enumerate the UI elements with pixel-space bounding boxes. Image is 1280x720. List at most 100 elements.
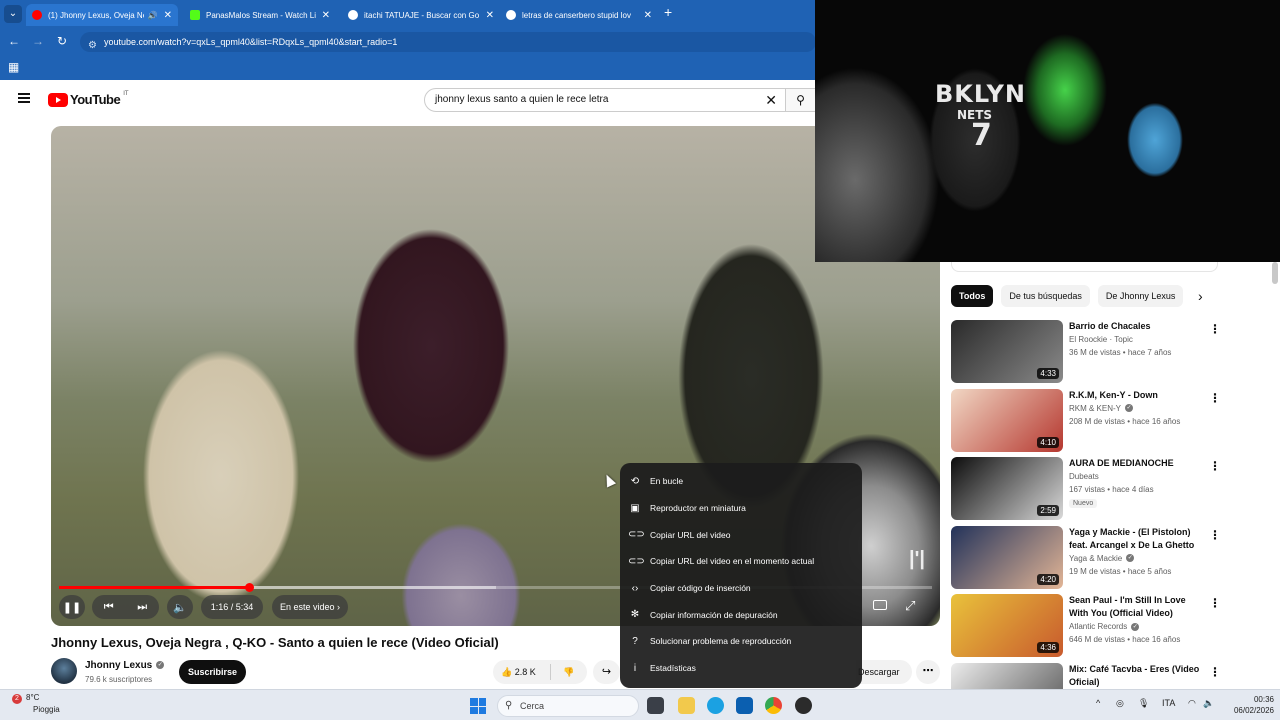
scrubber-handle[interactable]: [245, 583, 255, 592]
tab-panasmalos[interactable]: PanasMalos Stream - Watch Li ✕: [184, 4, 336, 26]
wifi-icon[interactable]: ◠: [1188, 698, 1196, 709]
tab-close-icon[interactable]: ✕: [322, 10, 330, 21]
chevron-up-icon[interactable]: ^: [1096, 698, 1100, 708]
rec-meta: 646 M de vistas • hace 16 años: [1069, 635, 1181, 644]
edge-icon[interactable]: [707, 697, 724, 714]
tab-close-icon[interactable]: ✕: [486, 10, 494, 21]
back-arrow-icon[interactable]: ←: [6, 34, 22, 48]
kebab-menu-icon[interactable]: ⋮: [1209, 596, 1221, 610]
fullscreen-icon[interactable]: ⤢: [905, 598, 915, 614]
kebab-menu-icon[interactable]: ⋮: [1209, 391, 1221, 405]
like-button[interactable]: 👍 2.8 K: [493, 664, 551, 680]
pause-button[interactable]: ❚❚: [59, 595, 85, 619]
list-item[interactable]: 4:33 Barrio de Chacales El Roockie · Topic…: [951, 320, 1231, 389]
previous-icon[interactable]: ⏮: [104, 601, 114, 614]
dislike-button[interactable]: 👎: [551, 667, 587, 678]
context-menu-item[interactable]: ▣ Reproductor en miniatura: [620, 495, 862, 522]
like-dislike-group: 👍 2.8 K 👎: [493, 660, 587, 684]
list-item[interactable]: 4:10 R.K.M, Ken-Y - Down RKM & KEN-Y ✓ 208 M…: [951, 388, 1231, 458]
chip-all[interactable]: Todos: [951, 285, 994, 307]
app-icon[interactable]: [795, 697, 812, 714]
chip-from-channel[interactable]: De Jhonny Lexus: [1097, 285, 1184, 307]
more-actions-button[interactable]: ⋯: [916, 660, 940, 684]
channel-name[interactable]: Jhonny Lexus: [85, 660, 152, 671]
volume-button[interactable]: 🔈: [167, 595, 193, 619]
subscribe-button[interactable]: Suscribirse: [179, 660, 246, 684]
forward-arrow-icon[interactable]: →: [30, 34, 46, 48]
next-icon[interactable]: ⏭: [137, 601, 147, 614]
apps-grid-icon[interactable]: ▦: [8, 60, 19, 74]
store-icon[interactable]: [736, 697, 753, 714]
clock[interactable]: 00:36 06/02/2026: [1226, 694, 1274, 716]
chevron-right-icon[interactable]: ›: [1198, 288, 1203, 304]
context-menu-label: Estadísticas: [650, 663, 696, 674]
channel-name-row[interactable]: Jhonny Lexus ✓: [85, 660, 165, 671]
context-menu-item[interactable]: ✻ Copiar información de depuración: [620, 601, 862, 628]
tab-google-itachi[interactable]: itachi TATUAJE - Buscar con Go ✕: [342, 4, 500, 26]
rec-channel[interactable]: RKM & KEN-Y ✓: [1069, 404, 1134, 413]
volume-icon[interactable]: 🔈: [1203, 698, 1214, 709]
tab-google-canserbero[interactable]: letras de canserbero stupid lov ✕: [500, 4, 658, 26]
task-view-icon[interactable]: [647, 697, 664, 714]
microphone-icon[interactable]: 🎙: [1138, 698, 1149, 709]
url-field[interactable]: ⚙ youtube.com/watch?v=qxLs_qpml40&list=R…: [80, 32, 816, 52]
rec-channel[interactable]: Dubeats: [1069, 472, 1099, 481]
reload-icon[interactable]: ↻: [54, 34, 70, 48]
tab-close-icon[interactable]: ✕: [164, 10, 172, 21]
tab-list-button[interactable]: ⌄: [4, 5, 22, 23]
weather-widget[interactable]: 2 8°C Pioggia: [12, 693, 60, 714]
clear-search-icon[interactable]: ✕: [765, 89, 777, 111]
menu-icon[interactable]: [18, 93, 30, 103]
chapters-button[interactable]: En este video ›: [272, 595, 348, 619]
video-thumbnail[interactable]: 2:59: [951, 457, 1063, 520]
site-info-icon[interactable]: ⚙: [88, 36, 97, 56]
video-thumbnail[interactable]: 4:36: [951, 594, 1063, 657]
list-item[interactable]: 4:36 Sean Paul - I'm Still In Love With Y…: [951, 594, 1231, 663]
video-thumbnail[interactable]: 4:33: [951, 320, 1063, 383]
search-input[interactable]: jhonny lexus santo a quien le rece letra…: [424, 88, 786, 112]
file-explorer-icon[interactable]: [678, 697, 695, 714]
rec-title[interactable]: Barrio de Chacales: [1069, 320, 1201, 333]
speaker-icon[interactable]: 🔊: [148, 11, 158, 20]
rec-title[interactable]: Yaga y Mackie - (El Pistolon) feat. Arca…: [1069, 526, 1201, 552]
chrome-icon[interactable]: [765, 697, 782, 714]
context-menu-item[interactable]: ⟲ En bucle: [620, 468, 862, 495]
kebab-menu-icon[interactable]: ⋮: [1209, 528, 1221, 542]
rec-channel[interactable]: El Roockie · Topic: [1069, 335, 1133, 344]
new-tab-button[interactable]: +: [664, 4, 672, 20]
context-menu-item[interactable]: ⊂⊃ Copiar URL del video en el momento act…: [620, 548, 862, 575]
search-button[interactable]: ⚲: [786, 88, 816, 112]
tab-youtube[interactable]: (1) Jhonny Lexus, Oveja Ne 🔊 ✕: [26, 4, 178, 26]
windows-start-icon[interactable]: [470, 698, 486, 714]
miniplayer-icon[interactable]: [873, 600, 887, 610]
avatar[interactable]: [51, 658, 77, 684]
tab-close-icon[interactable]: ✕: [644, 10, 652, 21]
rec-channel[interactable]: Yaga & Mackie ✓: [1069, 554, 1135, 563]
picture-in-picture-window[interactable]: BKLYN NETS 7: [815, 0, 1280, 262]
list-item[interactable]: 4:20 Yaga y Mackie - (El Pistolon) feat. …: [951, 525, 1231, 595]
download-button[interactable]: Descargar: [856, 660, 912, 684]
context-menu-item[interactable]: ‹› Copiar código de inserción: [620, 575, 862, 602]
kebab-menu-icon[interactable]: ⋮: [1209, 665, 1221, 679]
rec-title[interactable]: R.K.M, Ken-Y - Down: [1069, 389, 1201, 402]
list-item[interactable]: 2:59 AURA DE MEDIANOCHE Dubeats 167 vistas …: [951, 457, 1231, 526]
video-thumbnail[interactable]: 4:20: [951, 525, 1063, 589]
rec-title[interactable]: Sean Paul - I'm Still In Love With You (…: [1069, 594, 1201, 620]
youtube-play-logo-icon: [48, 92, 68, 107]
video-thumbnail[interactable]: 4:10: [951, 388, 1063, 452]
context-menu-item[interactable]: ⊂⊃ Copiar URL del video: [620, 521, 862, 548]
share-button[interactable]: ↪: [593, 660, 620, 684]
kebab-menu-icon[interactable]: ⋮: [1209, 459, 1221, 473]
security-icon[interactable]: ◎: [1116, 698, 1124, 709]
rec-channel[interactable]: Atlantic Records ✓: [1069, 622, 1140, 631]
youtube-logo[interactable]: YouTube IT: [48, 91, 129, 107]
taskbar-search[interactable]: ⚲ Cerca: [497, 695, 639, 717]
context-menu-item[interactable]: ? Solucionar problema de reproducción: [620, 628, 862, 655]
rec-title[interactable]: Mix: Café Tacvba - Eres (Video Oficial): [1069, 663, 1201, 689]
kebab-menu-icon[interactable]: ⋮: [1209, 322, 1221, 336]
context-menu-item[interactable]: i Estadísticas: [620, 655, 862, 682]
chip-from-searches[interactable]: De tus búsquedas: [1001, 285, 1090, 307]
language-indicator[interactable]: ITA: [1162, 698, 1175, 708]
page-scrollbar[interactable]: [1272, 262, 1278, 284]
rec-title[interactable]: AURA DE MEDIANOCHE: [1069, 457, 1201, 470]
